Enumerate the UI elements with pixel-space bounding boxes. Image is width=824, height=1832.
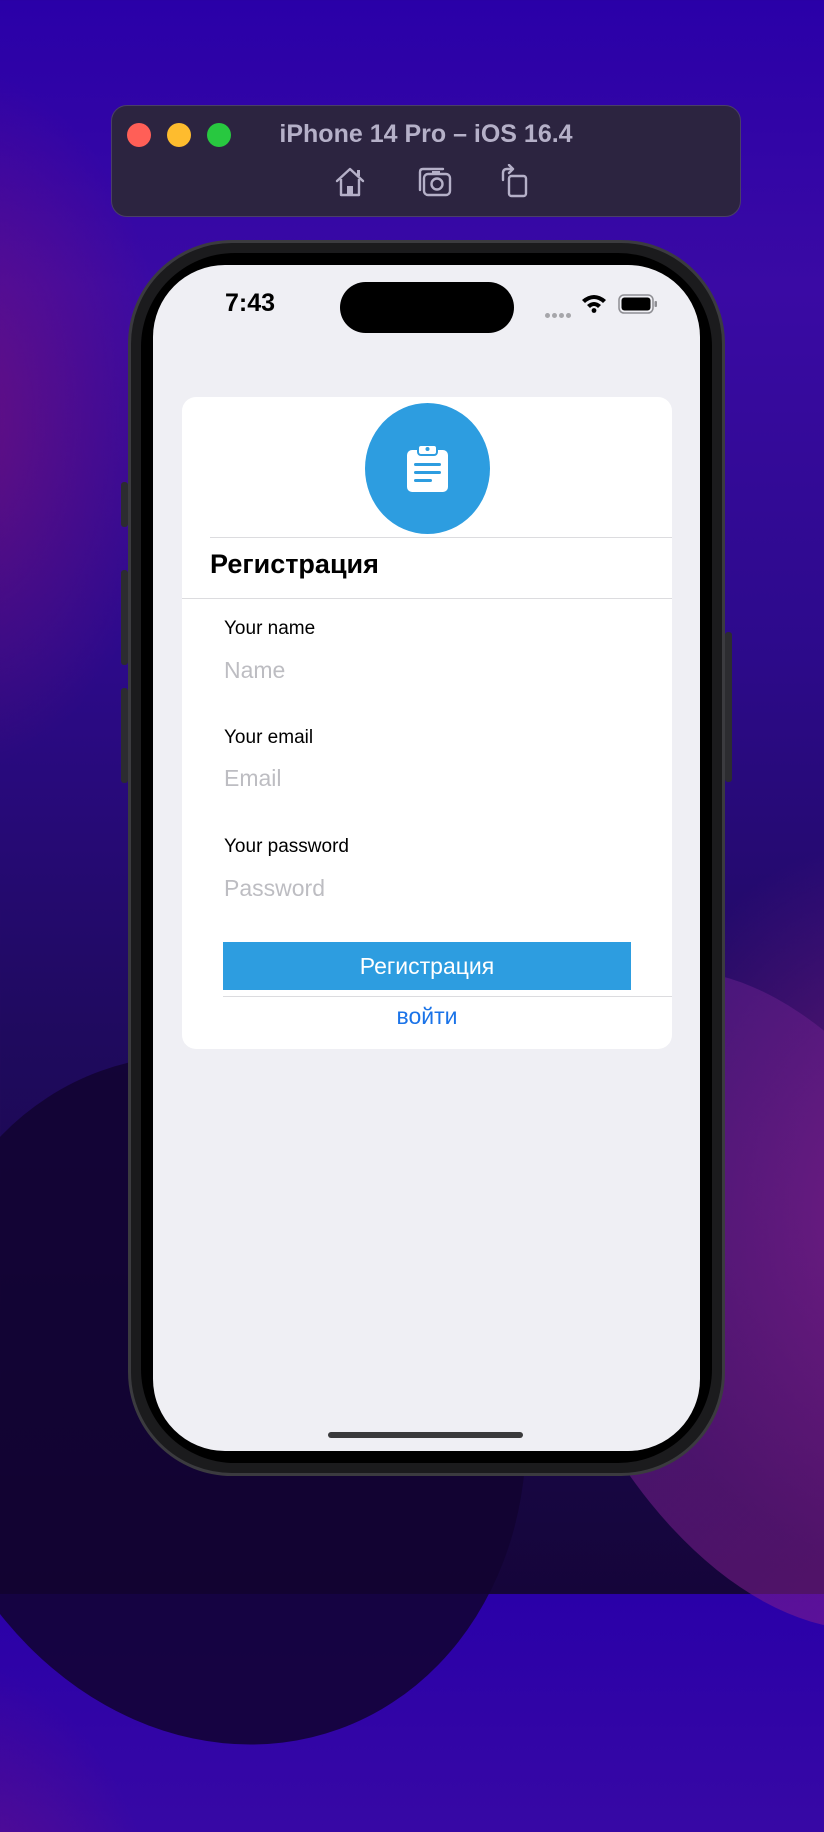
simulator-toolbar [112, 163, 740, 200]
name-field-label: Your name [224, 618, 316, 639]
email-input[interactable] [224, 761, 624, 795]
battery-icon [618, 294, 658, 319]
divider [223, 996, 672, 997]
home-indicator [328, 1432, 523, 1438]
volume-up-button [121, 570, 128, 665]
home-icon[interactable] [332, 164, 368, 200]
power-button [725, 632, 732, 782]
register-button[interactable]: Регистрация [223, 942, 631, 990]
volume-down-button [121, 688, 128, 783]
password-field-label: Your password [224, 836, 349, 857]
avatar [365, 403, 490, 534]
simulator-title: iPhone 14 Pro – iOS 16.4 [279, 120, 573, 148]
wifi-icon [581, 293, 607, 318]
section-title: Регистрация [210, 549, 379, 579]
name-input[interactable] [224, 653, 624, 687]
phone-screen: 7:43 Регистрация Your name Name Your ema… [153, 265, 700, 1451]
status-time: 7:43 [225, 289, 276, 317]
action-button [121, 482, 128, 527]
dynamic-island [340, 282, 514, 333]
rotate-icon[interactable] [497, 163, 533, 200]
email-field-label: Your email [224, 727, 314, 748]
divider [182, 598, 672, 599]
registration-card: Регистрация Your name Your email Your pa… [182, 397, 672, 1049]
login-link[interactable]: войти [182, 1003, 672, 1030]
screenshot-camera-icon[interactable] [417, 164, 453, 200]
cellular-signal-icon [545, 305, 573, 323]
simulator-title-bar: iPhone 14 Pro – iOS 16.4 [111, 105, 741, 217]
password-input[interactable] [224, 871, 624, 905]
divider [210, 537, 672, 538]
